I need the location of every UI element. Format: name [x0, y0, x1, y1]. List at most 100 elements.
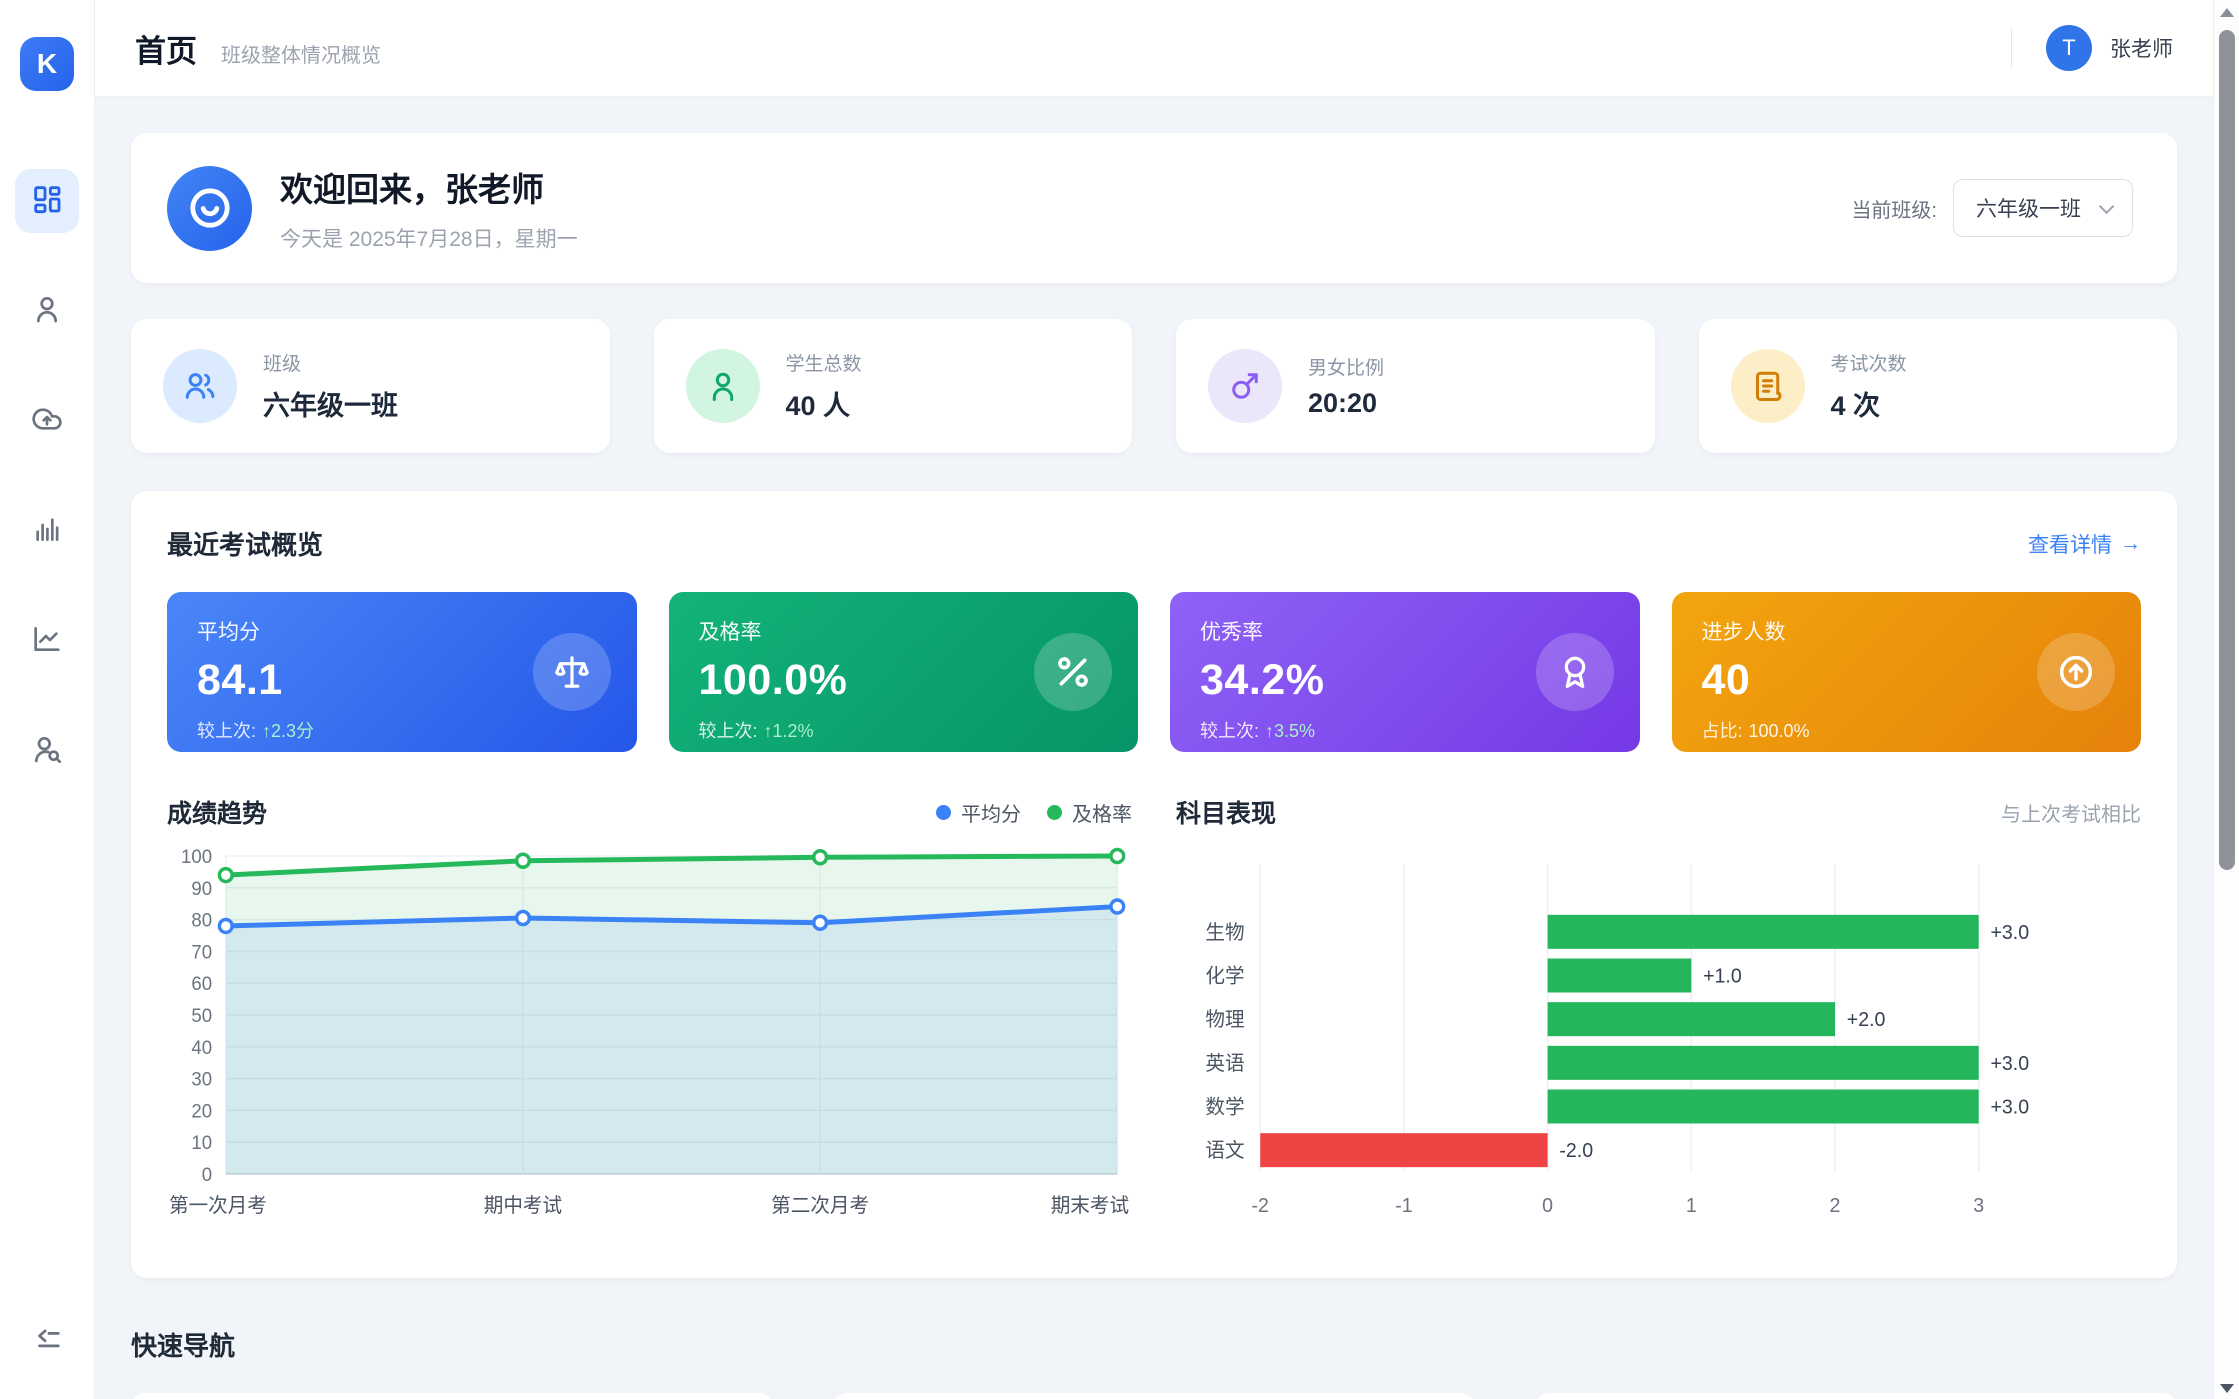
- quick-nav-card[interactable]: [131, 1393, 773, 1399]
- cloud-upload-icon: [31, 403, 63, 440]
- svg-text:第二次月考: 第二次月考: [771, 1195, 869, 1217]
- trend-chart-section: 成绩趋势 平均分 及格率 0102030405060708090100第一次月考…: [167, 794, 1132, 1238]
- percent-icon: [1034, 633, 1112, 711]
- sidebar-item-trends[interactable]: [15, 609, 79, 673]
- sidebar-item-statistics[interactable]: [15, 499, 79, 563]
- metric-sub-change: ↑3.5%: [1265, 721, 1315, 741]
- quick-nav-card[interactable]: [833, 1393, 1475, 1399]
- trend-line-chart: 0102030405060708090100第一次月考期中考试第二次月考期末考试: [167, 840, 1132, 1238]
- svg-text:物理: 物理: [1205, 1009, 1244, 1031]
- subject-chart-note: 与上次考试相比: [2001, 798, 2141, 827]
- page-title: 首页: [135, 26, 197, 71]
- class-select[interactable]: 六年级一班: [1953, 179, 2133, 237]
- svg-text:70: 70: [191, 941, 212, 962]
- metrics-row: 平均分 84.1 较上次:↑2.3分 及格率 100.0% 较上次:↑1.2% …: [167, 592, 2141, 752]
- svg-text:化学: 化学: [1205, 965, 1244, 987]
- sidebar-item-student-search[interactable]: [15, 719, 79, 783]
- welcome-card: 欢迎回来，张老师 今天是 2025年7月28日，星期一 当前班级: 六年级一班: [131, 133, 2177, 283]
- user-name[interactable]: 张老师: [2110, 33, 2173, 63]
- svg-text:1: 1: [1686, 1195, 1697, 1217]
- svg-text:+3.0: +3.0: [1990, 1053, 2029, 1075]
- svg-text:20: 20: [191, 1100, 212, 1121]
- header: 首页 班级整体情况概览 T 张老师: [95, 0, 2213, 97]
- dashboard-icon: [31, 183, 63, 220]
- scroll-down-arrow-icon[interactable]: [2220, 1384, 2234, 1393]
- award-icon: [1536, 633, 1614, 711]
- svg-text:+3.0: +3.0: [1990, 922, 2029, 944]
- legend-label: 平均分: [961, 798, 1021, 827]
- male-symbol-icon: [1208, 349, 1282, 423]
- svg-text:60: 60: [191, 973, 212, 994]
- user-avatar[interactable]: T: [2046, 25, 2092, 71]
- scale-icon: [533, 633, 611, 711]
- app-logo: K: [20, 37, 74, 91]
- metric-sub-change: ↑1.2%: [764, 721, 814, 741]
- svg-text:50: 50: [191, 1005, 212, 1026]
- header-divider: [2011, 28, 2012, 68]
- legend-dot-average: [936, 805, 951, 820]
- svg-text:英语: 英语: [1205, 1053, 1244, 1075]
- svg-text:2: 2: [1830, 1195, 1841, 1217]
- metric-sub-change: 100.0%: [1749, 721, 1810, 741]
- metric-card-improved: 进步人数 40 占比:100.0%: [1672, 592, 2142, 752]
- quick-nav-cards: [131, 1393, 2177, 1399]
- metric-card-pass-rate: 及格率 100.0% 较上次:↑1.2%: [669, 592, 1139, 752]
- svg-text:3: 3: [1973, 1195, 1984, 1217]
- svg-text:第一次月考: 第一次月考: [169, 1195, 267, 1217]
- legend-dot-pass: [1047, 805, 1062, 820]
- page-subtitle: 班级整体情况概览: [221, 39, 381, 68]
- scrollbar-thumb[interactable]: [2219, 30, 2235, 870]
- welcome-date: 今天是 2025年7月28日，星期一: [280, 223, 578, 253]
- metric-sub-prefix: 较上次:: [197, 721, 256, 741]
- main-content: 欢迎回来，张老师 今天是 2025年7月28日，星期一 当前班级: 六年级一班 …: [95, 97, 2213, 1399]
- section-title-exam-overview: 最近考试概览: [167, 525, 323, 562]
- trend-chart-title: 成绩趋势: [167, 794, 267, 830]
- sidebar-collapse-button[interactable]: [32, 1324, 62, 1359]
- user-icon: [31, 293, 63, 330]
- sidebar-item-upload[interactable]: [15, 389, 79, 453]
- svg-text:-2: -2: [1252, 1195, 1269, 1217]
- svg-text:0: 0: [202, 1164, 212, 1185]
- sidebar: K: [0, 0, 95, 1399]
- view-details-label: 查看详情: [2028, 529, 2112, 559]
- quick-nav-card[interactable]: [1535, 1393, 2177, 1399]
- exam-scroll-icon: [1731, 349, 1805, 423]
- exam-overview-card: 最近考试概览 查看详情 → 平均分 84.1 较上次:↑2.3分 及格率 100…: [131, 491, 2177, 1278]
- svg-text:90: 90: [191, 878, 212, 899]
- scroll-up-arrow-icon[interactable]: [2220, 8, 2234, 17]
- subject-chart-section: 科目表现 与上次考试相比 -2-10123生物+3.0化学+1.0物理+2.0英…: [1176, 794, 2141, 1238]
- subject-chart-title: 科目表现: [1176, 794, 1276, 830]
- stat-label: 学生总数: [786, 349, 862, 376]
- stat-value: 六年级一班: [263, 384, 398, 423]
- section-title-quick-nav: 快速导航: [131, 1326, 2177, 1363]
- user-search-icon: [31, 733, 63, 770]
- stat-card-exams: 考试次数 4 次: [1699, 319, 2178, 453]
- stat-value: 20:20: [1308, 388, 1384, 419]
- collapse-sidebar-icon: [32, 1341, 62, 1358]
- bar-chart-icon: [31, 513, 63, 550]
- smiley-icon: [167, 166, 252, 251]
- sidebar-item-dashboard[interactable]: [15, 169, 79, 233]
- arrow-right-icon: →: [2120, 532, 2141, 556]
- stat-card-students: 学生总数 40 人: [654, 319, 1133, 453]
- svg-text:-1: -1: [1395, 1195, 1412, 1217]
- sidebar-item-students[interactable]: [15, 279, 79, 343]
- users-icon: [163, 349, 237, 423]
- line-chart-icon: [31, 623, 63, 660]
- svg-text:数学: 数学: [1205, 1096, 1244, 1118]
- svg-text:语文: 语文: [1205, 1140, 1244, 1162]
- svg-text:+3.0: +3.0: [1990, 1096, 2029, 1118]
- svg-text:0: 0: [1542, 1195, 1553, 1217]
- metric-card-average: 平均分 84.1 较上次:↑2.3分: [167, 592, 637, 752]
- svg-text:80: 80: [191, 909, 212, 930]
- metric-card-excellent-rate: 优秀率 34.2% 较上次:↑3.5%: [1170, 592, 1640, 752]
- metric-sub-prefix: 占比:: [1702, 721, 1743, 741]
- stat-card-gender: 男女比例 20:20: [1176, 319, 1655, 453]
- metric-sub-prefix: 较上次:: [1200, 721, 1259, 741]
- svg-text:30: 30: [191, 1068, 212, 1089]
- vertical-scrollbar[interactable]: [2213, 0, 2239, 1399]
- svg-text:40: 40: [191, 1037, 212, 1058]
- trend-chart-legend: 平均分 及格率: [936, 798, 1132, 827]
- stat-value: 4 次: [1831, 384, 1907, 423]
- view-details-link[interactable]: 查看详情 →: [2028, 529, 2141, 559]
